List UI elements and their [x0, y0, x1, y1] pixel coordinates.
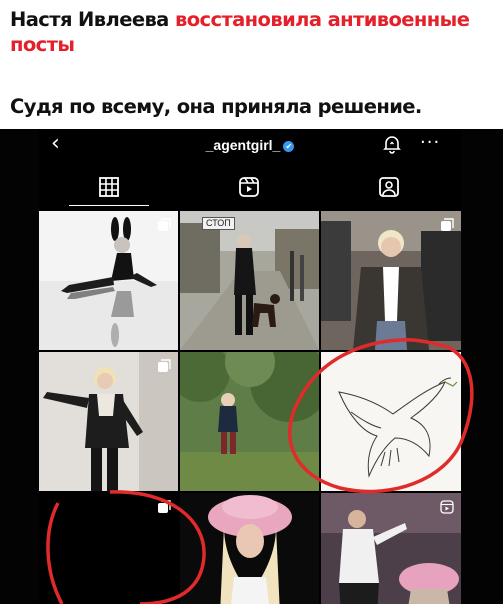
verified-badge-icon: ✔	[283, 141, 295, 152]
carousel-icon	[158, 218, 171, 231]
post-thumbnail[interactable]	[321, 352, 461, 491]
post-thumbnail[interactable]	[180, 493, 319, 604]
post-thumbnail[interactable]	[39, 211, 178, 350]
post-thumbnail[interactable]	[321, 211, 461, 350]
post-image	[180, 352, 319, 491]
carousel-icon	[158, 359, 171, 372]
reels-icon[interactable]	[237, 175, 261, 199]
screenshot-right-border	[461, 129, 503, 604]
instagram-profile-screenshot: ‹ _agentgirl_ ✔ ··· СТОП	[39, 129, 461, 604]
post-image	[180, 493, 319, 604]
more-options-icon[interactable]: ···	[420, 132, 440, 153]
profile-tabs	[39, 169, 461, 209]
username-text: _agentgirl_	[205, 137, 281, 153]
post-thumbnail[interactable]	[321, 493, 461, 604]
post-image	[321, 352, 461, 491]
notification-bell-icon[interactable]	[382, 134, 402, 154]
post-thumbnail[interactable]: СТОП	[180, 211, 319, 350]
carousel-icon	[441, 218, 454, 231]
headline-black-text: Настя Ивлеева	[10, 8, 169, 31]
article-headline: Настя Ивлеева восстановила антивоенные п…	[10, 7, 500, 57]
carousel-icon	[158, 500, 171, 513]
post-thumbnail[interactable]	[180, 352, 319, 491]
post-thumbnail[interactable]	[39, 352, 178, 491]
screenshot-left-border	[0, 129, 39, 604]
stop-sign-text: СТОП	[202, 217, 235, 230]
grid-icon[interactable]	[97, 175, 121, 199]
post-image	[180, 211, 319, 350]
post-thumbnail[interactable]	[39, 493, 178, 604]
reels-icon	[440, 500, 454, 514]
tagged-icon[interactable]	[377, 175, 401, 199]
active-tab-indicator	[69, 205, 149, 206]
profile-top-bar: ‹ _agentgirl_ ✔ ···	[39, 129, 461, 159]
article-subheadline: Судя по всему, она приняла решение.	[10, 95, 422, 118]
